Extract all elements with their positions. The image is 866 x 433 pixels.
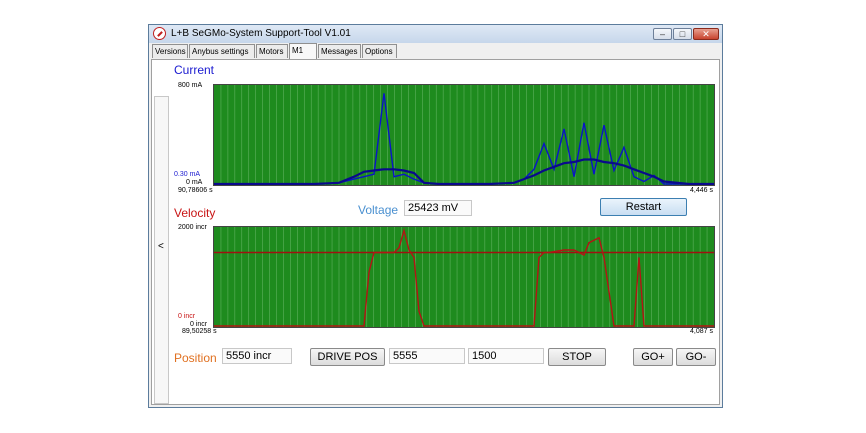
- velocity-chart-svg: [214, 227, 714, 327]
- velocity-x-start-label: 89,50258 s: [182, 328, 217, 335]
- title-bar[interactable]: L+B SeGMo-System Support-Tool V1.01 – □ …: [149, 25, 722, 43]
- velocity-y-max-label: 2000 incr: [178, 224, 207, 231]
- go-minus-button[interactable]: GO-: [676, 348, 716, 366]
- current-y-max-label: 800 mA: [178, 82, 203, 89]
- velocity-chart: [213, 226, 715, 328]
- minimize-button[interactable]: –: [653, 28, 672, 40]
- tab-anybus-settings[interactable]: Anybus settings: [189, 44, 255, 58]
- collapse-panel-button[interactable]: <: [154, 96, 169, 404]
- current-chart: [213, 84, 715, 186]
- voltage-value: 25423 mV: [404, 200, 472, 216]
- close-button[interactable]: ✕: [693, 28, 719, 40]
- window-title: L+B SeGMo-System Support-Tool V1.01: [171, 28, 351, 39]
- current-heading: Current: [174, 63, 215, 77]
- tab-versions[interactable]: Versions: [152, 44, 188, 58]
- target-position-input[interactable]: 5555: [389, 348, 465, 364]
- position-value: 5550 incr: [222, 348, 292, 364]
- app-window: L+B SeGMo-System Support-Tool V1.01 – □ …: [148, 24, 723, 408]
- tab-content: < Current 800 mA 0.30 mA 0 mA 90,78606 s…: [151, 59, 720, 405]
- speed-input[interactable]: 1500: [468, 348, 544, 364]
- current-chart-svg: [214, 85, 714, 185]
- collapse-arrow-icon: <: [158, 241, 164, 252]
- velocity-x-end-label: 4,087 s: [690, 328, 713, 335]
- stop-button[interactable]: STOP: [548, 348, 606, 366]
- current-x-end-label: 4,446 s: [690, 187, 713, 194]
- maximize-button[interactable]: □: [673, 28, 692, 40]
- velocity-y-marker-label: 0 incr: [178, 313, 196, 320]
- tab-messages[interactable]: Messages: [318, 44, 361, 58]
- current-y-marker-label: 0.30 mA: [174, 171, 201, 178]
- go-plus-button[interactable]: GO+: [633, 348, 673, 366]
- velocity-y-min-label: 0 incr: [190, 321, 208, 328]
- tab-m1[interactable]: M1: [289, 43, 317, 59]
- app-logo-icon: [153, 27, 166, 40]
- position-label: Position: [174, 351, 217, 365]
- current-y-min-label: 0 mA: [186, 179, 203, 186]
- velocity-heading: Velocity: [174, 206, 216, 220]
- restart-button[interactable]: Restart: [600, 198, 687, 216]
- voltage-label: Voltage: [358, 203, 399, 217]
- tab-motors[interactable]: Motors: [256, 44, 288, 58]
- tab-options[interactable]: Options: [362, 44, 397, 58]
- current-x-start-label: 90,78606 s: [178, 187, 213, 194]
- drive-pos-button[interactable]: DRIVE POS: [310, 348, 385, 366]
